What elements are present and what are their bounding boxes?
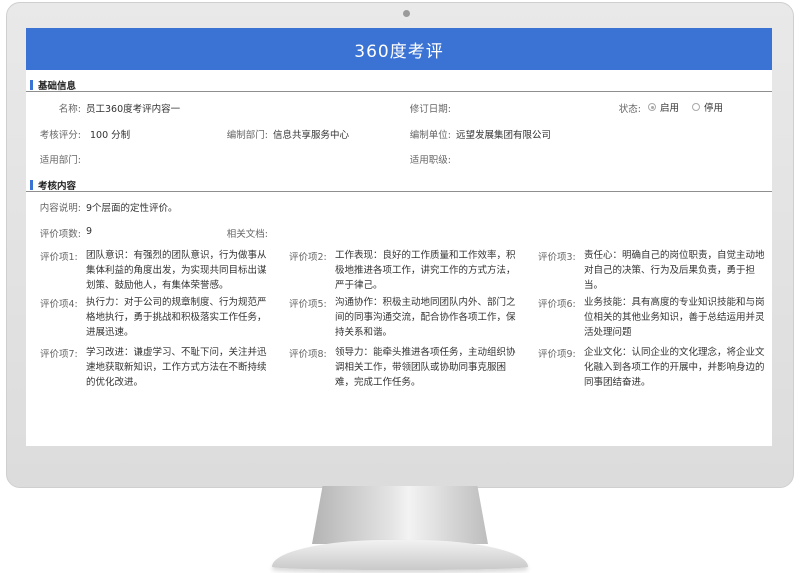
- page-title: 360度考评: [26, 28, 772, 70]
- apply-dept-label: 适用部门:: [39, 155, 81, 166]
- eval-item-text: 学习改进：谦虚学习、不耻下问，关注并迅速地获取新知识，工作方式方法在不断持续的优…: [86, 347, 267, 388]
- eval-item-text: 领导力：能牵头推进各项任务，主动组织协调相关工作，带领团队或协助同事克服困难，完…: [335, 347, 516, 388]
- eval-item-label: 评价项5:: [289, 299, 327, 310]
- eval-item-text: 责任心：明确自己的岗位职责，自觉主动地对自己的决策、行为及后果负责，勇于担当。: [584, 250, 765, 291]
- dept-value: 信息共享服务中心: [273, 130, 350, 141]
- name-label: 名称:: [58, 104, 81, 115]
- name-value: 员工360度考评内容一: [86, 104, 181, 115]
- dept-label: 编制部门:: [226, 130, 268, 141]
- screen: 360度考评 基础信息 名称: 员工360度考评内容一 修订日期: 状态: 启用…: [26, 28, 772, 446]
- radio-checked-icon: [648, 103, 656, 111]
- eval-item-label: 评价项3:: [538, 252, 576, 263]
- status-label: 状态:: [618, 104, 641, 115]
- eval-item-text: 执行力：对于公司的规章制度、行为规范严格地执行，勇于挑战和积极落实工作任务，进展…: [86, 297, 267, 338]
- count-label: 评价项数:: [39, 229, 81, 240]
- doc-label: 相关文档:: [226, 229, 268, 240]
- score-value: 100 分制: [90, 130, 131, 141]
- eval-item-label: 评价项8:: [289, 349, 327, 360]
- revision-date-label: 修订日期:: [409, 104, 451, 115]
- section-title: 考核内容: [38, 180, 77, 192]
- eval-item-label: 评价项2:: [289, 252, 327, 263]
- eval-item-text: 沟通协作：积极主动地同团队内外、部门之间的同事沟通交流，配合协作各项工作，保持关…: [335, 297, 516, 338]
- unit-value: 远望发展集团有限公司: [456, 130, 552, 141]
- section-title: 基础信息: [38, 80, 77, 92]
- eval-item-text: 业务技能：具有高度的专业知识技能和与岗位相关的其他业务知识，善于总结运用并灵活处…: [584, 297, 765, 338]
- section-marker: [30, 79, 33, 90]
- eval-item-label: 评价项7:: [40, 349, 78, 360]
- unit-label: 编制单位:: [409, 130, 451, 141]
- eval-item-label: 评价项4:: [40, 299, 78, 310]
- camera-dot: [403, 10, 410, 17]
- eval-item-label: 评价项9:: [538, 349, 576, 360]
- monitor-neck: [312, 486, 488, 544]
- section-content: 考核内容: [26, 178, 772, 192]
- apply-post-label: 适用职级:: [409, 155, 451, 166]
- desc-label: 内容说明:: [39, 203, 81, 214]
- desc-value: 9个层面的定性评价。: [86, 203, 178, 214]
- status-radio-enabled[interactable]: 启用: [648, 100, 679, 114]
- radio-unchecked-icon: [692, 103, 700, 111]
- eval-item-text: 工作表现：良好的工作质量和工作效率，积极地推进各项工作，讲究工作的方式方法，严于…: [335, 250, 516, 291]
- section-basic-info: 基础信息: [26, 78, 772, 92]
- eval-item-label: 评价项6:: [538, 299, 576, 310]
- score-label: 考核评分:: [39, 130, 81, 141]
- status-option-label: 停用: [704, 103, 724, 114]
- section-marker: [30, 179, 33, 190]
- eval-item-text: 企业文化：认同企业的文化理念，将企业文化融入到各项工作的开展中，并影响身边的同事…: [584, 347, 765, 388]
- count-value: 9: [86, 226, 93, 237]
- status-radio-disabled[interactable]: 停用: [692, 100, 723, 114]
- eval-item-text: 团队意识：有强烈的团队意识，行为做事从集体利益的角度出发，为实现共同目标出谋划策…: [86, 250, 267, 291]
- status-option-label: 启用: [660, 103, 680, 114]
- eval-item-label: 评价项1:: [40, 252, 78, 263]
- monitor-base: [272, 540, 528, 570]
